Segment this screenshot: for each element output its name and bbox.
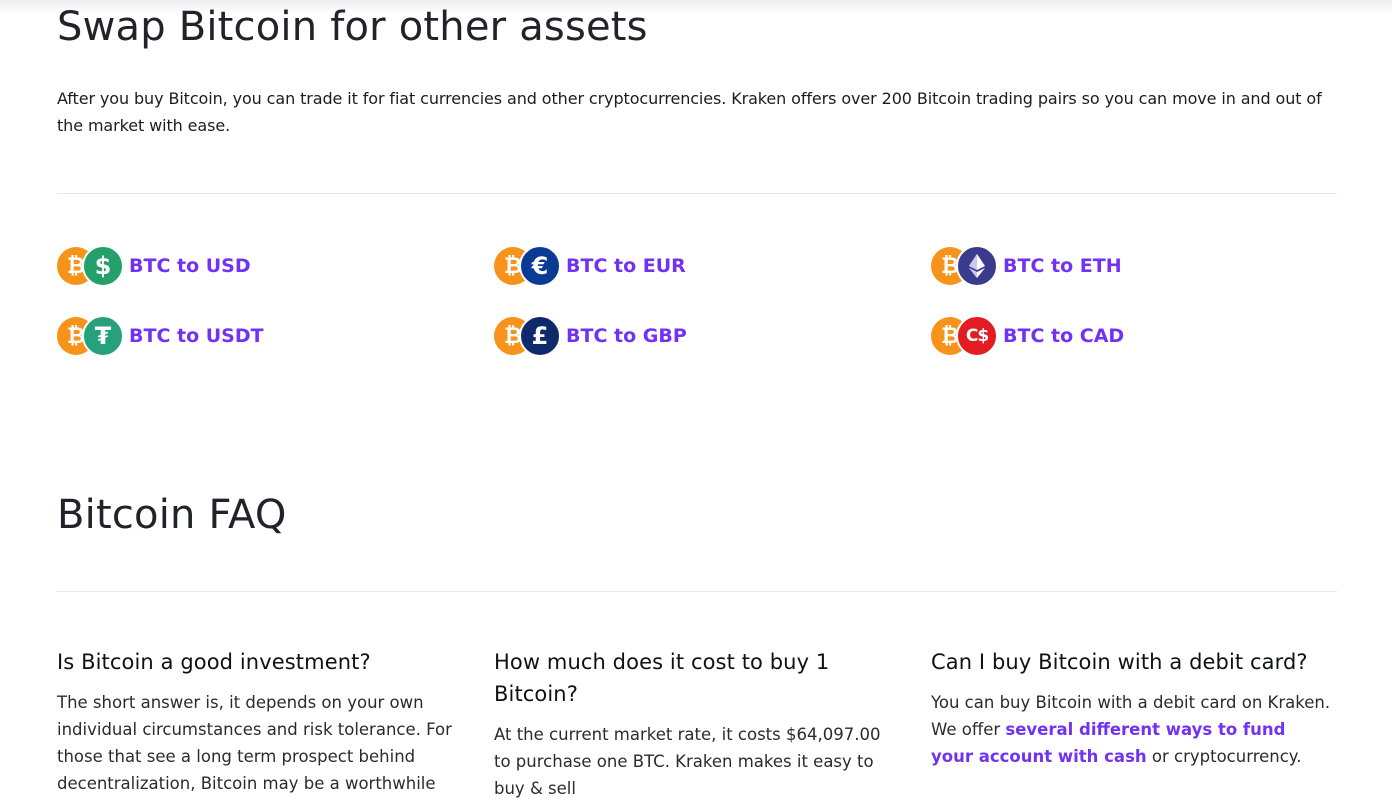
euro-icon: € xyxy=(519,245,561,287)
faq-question: How much does it cost to buy 1 Bitcoin? xyxy=(494,650,830,706)
pair-link-btc-eth[interactable]: ₿ BTC to ETH xyxy=(931,245,1122,287)
pair-link-btc-eur[interactable]: ₿ € BTC to EUR xyxy=(494,245,686,287)
faq-answer: You can buy Bitcoin with a debit card on… xyxy=(931,689,1331,770)
pound-icon: £ xyxy=(519,315,561,357)
faq-answer-text: or cryptocurrency. xyxy=(1146,747,1302,766)
cad-icon: C$ xyxy=(956,315,998,357)
pair-link-btc-usd[interactable]: ₿ $ BTC to USD xyxy=(57,245,251,287)
faq-question: Is Bitcoin a good investment? xyxy=(57,650,371,674)
pair-label: BTC to CAD xyxy=(1003,325,1125,347)
swap-divider xyxy=(57,193,1337,194)
pair-label: BTC to USDT xyxy=(129,325,264,347)
pair-link-btc-cad[interactable]: ₿ C$ BTC to CAD xyxy=(931,315,1125,357)
pair-icons: ₿ xyxy=(931,245,998,287)
faq-divider xyxy=(57,591,1337,592)
faq-section-title: Bitcoin FAQ xyxy=(57,492,287,538)
pair-icons: ₿ € xyxy=(494,245,561,287)
faq-question: Can I buy Bitcoin with a debit card? xyxy=(931,650,1308,674)
pair-label: BTC to USD xyxy=(129,255,251,277)
pair-link-btc-gbp[interactable]: ₿ £ BTC to GBP xyxy=(494,315,687,357)
ethereum-icon xyxy=(956,245,998,287)
pair-label: BTC to ETH xyxy=(1003,255,1122,277)
faq-answer: At the current market rate, it costs $64… xyxy=(494,725,881,798)
pair-icons: ₿ ₮ xyxy=(57,315,124,357)
swap-section-description: After you buy Bitcoin, you can trade it … xyxy=(57,89,1322,135)
swap-section-title: Swap Bitcoin for other assets xyxy=(57,4,648,50)
pair-link-btc-usdt[interactable]: ₿ ₮ BTC to USDT xyxy=(57,315,264,357)
tether-icon: ₮ xyxy=(82,315,124,357)
pair-label: BTC to GBP xyxy=(566,325,687,347)
pair-label: BTC to EUR xyxy=(566,255,686,277)
pair-icons: ₿ C$ xyxy=(931,315,998,357)
pair-icons: ₿ £ xyxy=(494,315,561,357)
pair-icons: ₿ $ xyxy=(57,245,124,287)
usd-icon: $ xyxy=(82,245,124,287)
